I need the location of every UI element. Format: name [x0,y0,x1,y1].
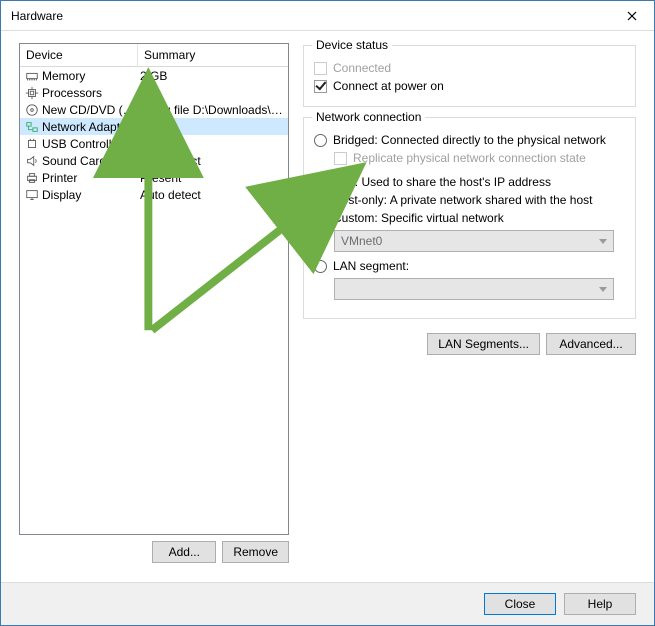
device-summary: Auto detect [140,188,284,202]
device-label: New CD/DVD (SATA) [42,103,140,117]
lan-segment-radio[interactable] [314,260,327,273]
device-label: Network Adapter [42,120,140,134]
device-list-body: Memory2 GBProcessors1New CD/DVD (SATA)Us… [20,67,288,534]
network-icon [24,119,40,135]
help-button[interactable]: Help [564,593,636,615]
display-icon [24,187,40,203]
device-summary: 2 GB [140,69,284,83]
remove-button[interactable]: Remove [222,541,289,563]
device-summary: NAT [140,120,284,134]
nat-row[interactable]: NAT: Used to share the host's IP address [314,174,625,190]
header-summary[interactable]: Summary [138,44,288,66]
replicate-label: Replicate physical network connection st… [353,150,586,166]
printer-icon [24,170,40,186]
lan-segment-label: LAN segment: [333,258,409,274]
chevron-down-icon [599,239,607,244]
device-status-title: Device status [312,38,392,52]
lan-segment-select [334,278,614,300]
sound-icon [24,153,40,169]
device-summary: 1 [140,86,284,100]
usb-icon [24,136,40,152]
device-row-memory[interactable]: Memory2 GB [20,67,288,84]
device-summary: Present [140,171,284,185]
host-only-label: Host-only: A private network shared with… [333,192,592,208]
chevron-down-icon [599,287,607,292]
cd-icon [24,102,40,118]
connect-poweron-checkbox[interactable] [314,80,327,93]
host-only-row[interactable]: Host-only: A private network shared with… [314,192,625,208]
close-button[interactable]: Close [484,593,556,615]
connect-poweron-label: Connect at power on [333,78,444,94]
device-row-printer[interactable]: PrinterPresent [20,169,288,186]
advanced-button[interactable]: Advanced... [546,333,636,355]
nat-radio[interactable] [314,176,327,189]
device-label: Memory [42,69,140,83]
hardware-dialog: Hardware Device Summary Memory2 GBProces… [0,0,655,626]
device-row-processors[interactable]: Processors1 [20,84,288,101]
custom-network-select: VMnet0 [334,230,614,252]
device-row-sound-card[interactable]: Sound CardAuto detect [20,152,288,169]
device-row-network-adapter[interactable]: Network AdapterNAT [20,118,288,135]
add-button[interactable]: Add... [152,541,216,563]
host-only-radio[interactable] [314,194,327,207]
right-buttons: LAN Segments... Advanced... [303,333,636,355]
close-icon[interactable] [609,1,654,31]
lan-segments-button[interactable]: LAN Segments... [427,333,540,355]
lan-segment-row[interactable]: LAN segment: [314,258,625,274]
footer: Close Help [1,582,654,625]
nat-label: NAT: Used to share the host's IP address [333,174,551,190]
connected-label: Connected [333,60,391,76]
cpu-icon [24,85,40,101]
device-list[interactable]: Device Summary Memory2 GBProcessors1New … [19,43,289,535]
header-device[interactable]: Device [20,44,138,66]
device-label: Printer [42,171,140,185]
window-title: Hardware [11,9,63,23]
device-summary: Using file D:\Downloads\ubu... [140,103,284,117]
device-row-usb-controller[interactable]: USB ControllerPresent [20,135,288,152]
titlebar: Hardware [1,1,654,31]
content-area: Device Summary Memory2 GBProcessors1New … [1,31,654,582]
custom-label: Custom: Specific virtual network [333,210,504,226]
device-label: USB Controller [42,137,140,151]
network-connection-title: Network connection [312,110,425,124]
device-summary: Present [140,137,284,151]
device-list-header: Device Summary [20,44,288,67]
left-column: Device Summary Memory2 GBProcessors1New … [19,43,289,582]
custom-network-value: VMnet0 [341,234,382,248]
network-connection-group: Network connection Bridged: Connected di… [303,117,636,319]
connect-poweron-row[interactable]: Connect at power on [314,78,625,94]
replicate-row: Replicate physical network connection st… [334,150,625,166]
device-row-new-cd-dvd-sata-[interactable]: New CD/DVD (SATA)Using file D:\Downloads… [20,101,288,118]
device-label: Processors [42,86,140,100]
bridged-radio[interactable] [314,134,327,147]
left-buttons: Add... Remove [19,541,289,563]
custom-row[interactable]: Custom: Specific virtual network [314,210,625,226]
bridged-label: Bridged: Connected directly to the physi… [333,132,606,148]
device-status-group: Device status Connected Connect at power… [303,45,636,107]
device-row-display[interactable]: DisplayAuto detect [20,186,288,203]
device-label: Sound Card [42,154,140,168]
right-column: Device status Connected Connect at power… [303,43,636,582]
bridged-row[interactable]: Bridged: Connected directly to the physi… [314,132,625,148]
device-summary: Auto detect [140,154,284,168]
memory-icon [24,68,40,84]
connected-checkbox [314,62,327,75]
connected-row[interactable]: Connected [314,60,625,76]
custom-radio[interactable] [314,212,327,225]
device-label: Display [42,188,140,202]
replicate-checkbox [334,152,347,165]
